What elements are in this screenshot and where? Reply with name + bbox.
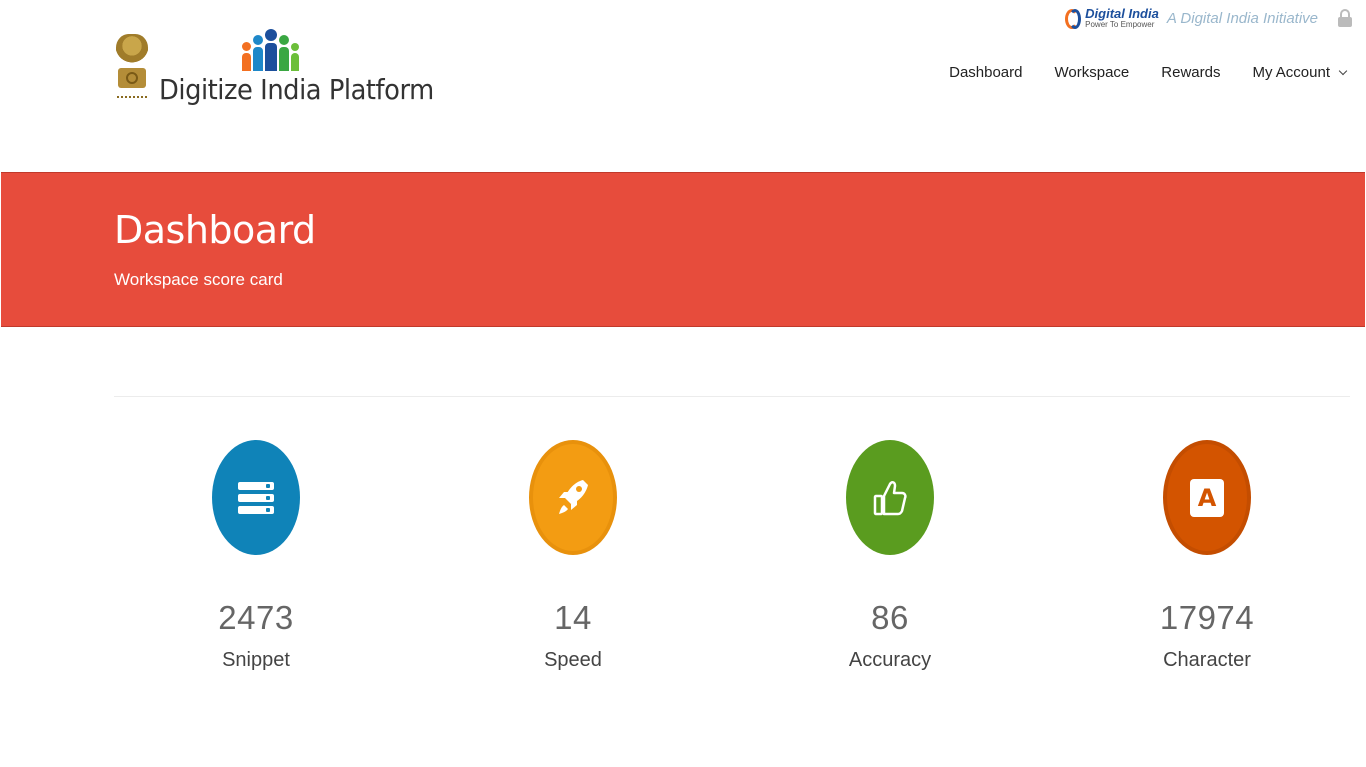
stat-accuracy-circle <box>846 440 934 555</box>
chevron-down-icon <box>1338 66 1348 76</box>
rocket-icon <box>559 479 588 514</box>
stat-snippet: 2473 Snippet <box>156 440 356 672</box>
divider <box>114 396 1350 397</box>
stat-speed-circle <box>529 440 617 555</box>
stat-accuracy: 86 Accuracy <box>790 440 990 672</box>
digital-india-tagline: Power To Empower <box>1085 20 1155 29</box>
stat-character: A 17974 Character <box>1107 440 1307 672</box>
nav-dashboard[interactable]: Dashboard <box>949 64 1022 81</box>
digital-india-logo[interactable]: Digital India Power To Empower <box>1065 7 1159 29</box>
top-strip: Digital India Power To Empower A Digital… <box>1065 4 1352 32</box>
page-banner: Dashboard Workspace score card <box>1 172 1365 327</box>
brand-name: Digitize India Platform <box>159 73 434 106</box>
server-icon <box>238 481 274 514</box>
stat-snippet-label: Snippet <box>222 649 290 671</box>
digital-india-mark-icon <box>1065 7 1083 29</box>
stat-character-value: 17974 <box>1159 599 1255 636</box>
stat-speed-label: Speed <box>544 649 602 671</box>
page-title: Dashboard <box>114 208 316 252</box>
stat-speed: 14 Speed <box>473 440 673 672</box>
stat-snippet-circle <box>212 440 300 555</box>
main-nav: Dashboard Workspace Rewards My Account <box>917 64 1348 81</box>
digital-india-title: Digital India <box>1085 6 1159 21</box>
brand-logo[interactable]: Digitize India Platform <box>113 29 458 110</box>
thumbs-up-icon <box>873 480 907 515</box>
stat-character-label: Character <box>1163 649 1251 671</box>
stat-character-circle: A <box>1163 440 1251 555</box>
nav-workspace[interactable]: Workspace <box>1055 64 1130 81</box>
nav-my-account[interactable]: My Account <box>1252 64 1348 81</box>
people-icon <box>241 29 300 71</box>
nav-my-account-label: My Account <box>1252 64 1330 81</box>
nav-rewards[interactable]: Rewards <box>1161 64 1220 81</box>
initiative-text: A Digital India Initiative <box>1166 9 1318 27</box>
character-a-icon: A <box>1190 478 1224 517</box>
stat-accuracy-label: Accuracy <box>848 649 932 671</box>
stat-speed-value: 14 <box>554 599 592 636</box>
lock-icon[interactable] <box>1338 9 1352 27</box>
page-subtitle: Workspace score card <box>114 270 283 289</box>
national-emblem-icon <box>113 32 151 110</box>
stat-snippet-value: 2473 <box>218 599 294 636</box>
stat-accuracy-value: 86 <box>871 599 909 636</box>
